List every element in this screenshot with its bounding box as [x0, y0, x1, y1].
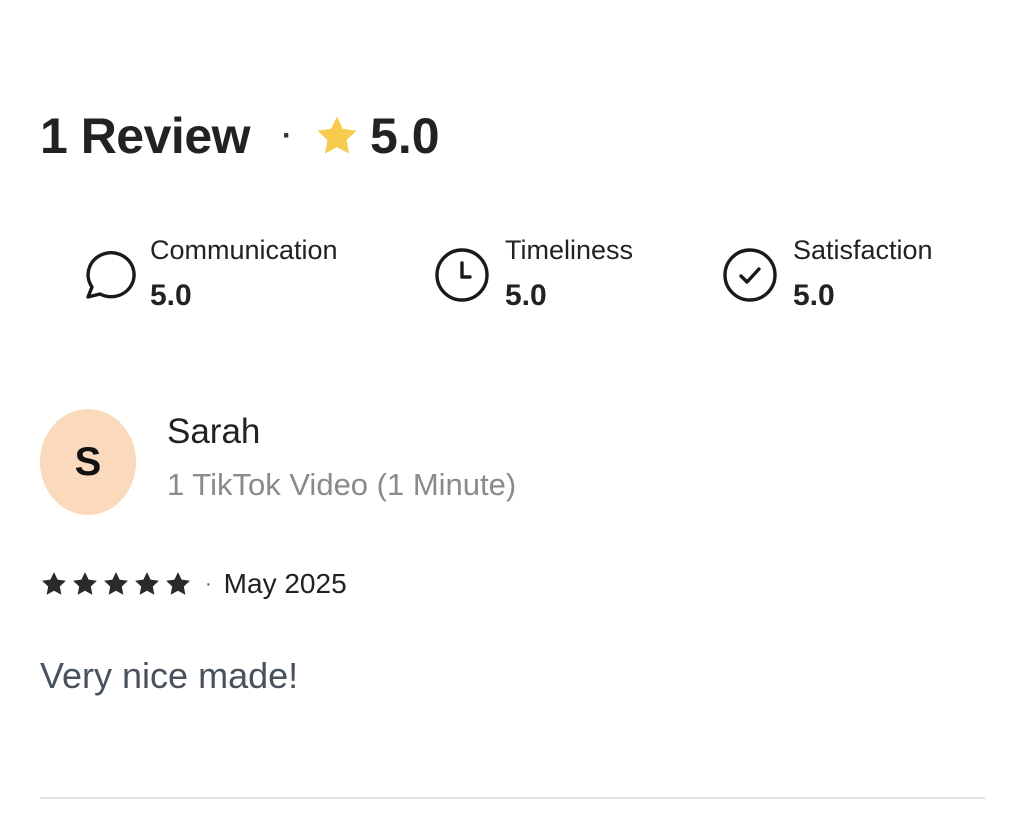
- check-circle-icon: [721, 246, 779, 304]
- review-date: May 2025: [223, 568, 347, 599]
- reviews-summary-header: 1 Review · 5.0: [40, 104, 440, 168]
- rating-label: Communication: [150, 235, 338, 265]
- rating-communication: Communication 5.0: [78, 232, 338, 318]
- rating-timeliness: Timeliness 5.0: [433, 232, 633, 318]
- clock-icon: [433, 246, 491, 304]
- star-icon: [164, 570, 192, 598]
- star-icon: [71, 570, 99, 598]
- reviewer-name: Sarah: [167, 412, 261, 451]
- rating-label: Satisfaction: [793, 235, 933, 265]
- rating-value: 5.0: [150, 279, 192, 312]
- star-icon: [40, 570, 68, 598]
- overall-score: 5.0: [370, 108, 440, 164]
- review-service-label: 1 TikTok Video (1 Minute): [167, 467, 517, 502]
- chat-bubble-icon: [78, 246, 136, 304]
- rating-value: 5.0: [505, 279, 547, 312]
- review-count: 1 Review: [40, 108, 251, 164]
- star-icon: [133, 570, 161, 598]
- avatar: S: [40, 409, 136, 515]
- review-text: Very nice made!: [40, 655, 299, 696]
- review-rating-row: · May 2025: [40, 564, 347, 604]
- header-separator: ·: [282, 119, 293, 152]
- rating-label: Timeliness: [505, 235, 634, 265]
- rating-value: 5.0: [793, 279, 835, 312]
- rating-satisfaction: Satisfaction 5.0: [721, 232, 933, 318]
- date-separator: ·: [205, 572, 212, 595]
- star-icon: [102, 570, 130, 598]
- star-icon: [314, 113, 360, 159]
- divider: [40, 797, 985, 799]
